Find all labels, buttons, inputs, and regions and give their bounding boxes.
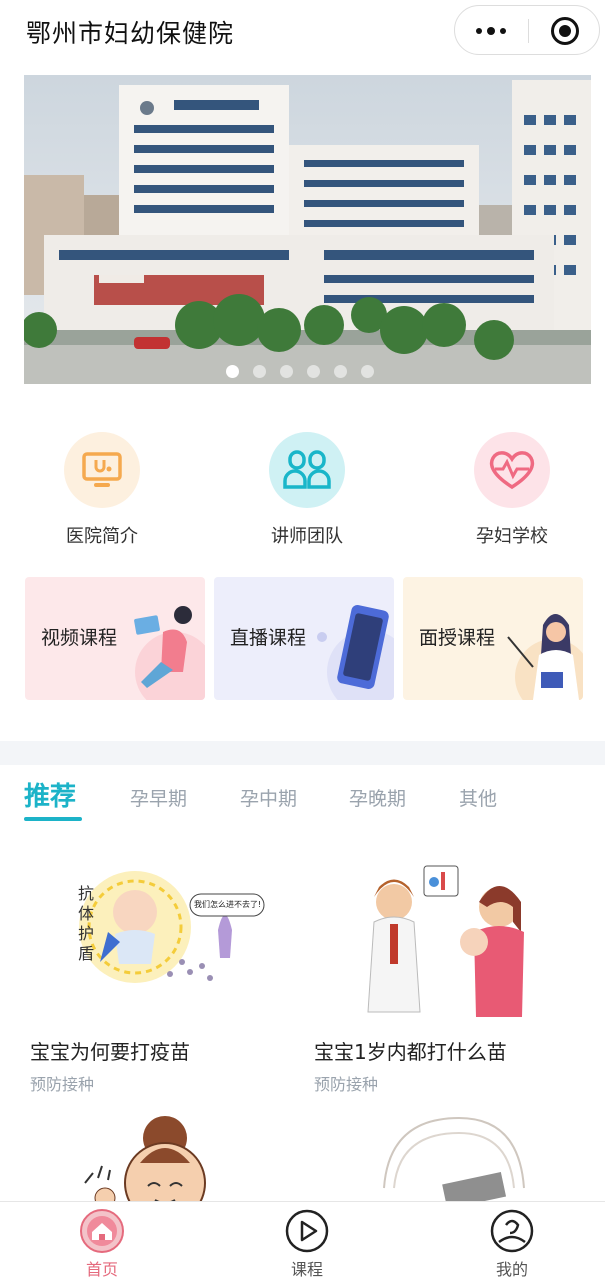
video-course-illustration	[134, 606, 205, 700]
live-course-illustration	[317, 605, 394, 700]
home-icon	[79, 1208, 125, 1254]
carousel-dot[interactable]	[333, 365, 347, 378]
tabbar-courses[interactable]: 课程	[247, 1208, 367, 1280]
article-title: 宝宝为何要打疫苗	[30, 1040, 190, 1064]
heart-pulse-icon	[474, 432, 550, 508]
active-tab-indicator	[24, 817, 82, 821]
article-thumbnail: 抗 体 护 盾 我们怎么进不去了!	[30, 862, 300, 1022]
course-card-live[interactable]: 直播课程	[214, 577, 394, 700]
article-title: 宝宝1岁内都打什么苗	[314, 1040, 507, 1064]
course-card-video[interactable]: 视频课程	[25, 577, 205, 700]
tabbar-mine[interactable]: 我的	[452, 1208, 572, 1280]
shield-text-char: 体	[78, 904, 95, 923]
banner-carousel[interactable]	[24, 75, 591, 384]
speech-bubble-text: 我们怎么进不去了!	[194, 900, 262, 909]
section-divider	[0, 741, 605, 765]
article-card-partial[interactable]	[314, 1108, 584, 1203]
tab-early-pregnancy[interactable]: 孕早期	[130, 784, 187, 811]
carousel-dot[interactable]	[360, 365, 374, 378]
tabbar-label: 课程	[290, 1260, 323, 1279]
tabbar-home[interactable]: 首页	[42, 1208, 162, 1280]
tab-recommended[interactable]: 推荐	[24, 776, 76, 813]
article-thumbnail	[383, 1116, 525, 1203]
article-card[interactable]: 抗 体 护 盾 我们怎么进不去了! 宝宝为何要打疫苗 预防接种	[30, 862, 300, 1095]
article-card[interactable]: 宝宝1岁内都打什么苗 预防接种	[314, 862, 584, 1095]
tabbar-label: 首页	[85, 1260, 118, 1279]
feature-hospital-intro[interactable]: 医院简介	[27, 432, 177, 548]
dot-icon	[487, 27, 495, 35]
course-card-inperson[interactable]: 面授课程	[403, 577, 583, 700]
feature-grid: 医院简介 讲师团队 孕妇学校	[0, 432, 605, 552]
category-tabs: 推荐 孕早期 孕中期 孕晚期 其他	[0, 770, 605, 826]
tab-late-pregnancy[interactable]: 孕晚期	[349, 784, 406, 811]
team-icon	[269, 432, 345, 508]
article-category: 预防接种	[30, 1075, 95, 1094]
feature-label: 孕妇学校	[476, 526, 548, 547]
feature-label: 讲师团队	[271, 526, 343, 547]
article-thumbnail	[84, 1116, 206, 1203]
course-label: 面授课程	[419, 627, 496, 649]
hospital-building-image	[24, 75, 591, 384]
page-title: 鄂州市妇幼保健院	[26, 19, 235, 48]
shield-text-char: 盾	[78, 944, 95, 963]
carousel-dot[interactable]	[306, 365, 320, 378]
dot-icon	[476, 28, 482, 34]
course-label: 直播课程	[230, 627, 307, 649]
feature-teacher-team[interactable]: 讲师团队	[232, 432, 382, 548]
carousel-dot[interactable]	[252, 365, 266, 378]
tab-mid-pregnancy[interactable]: 孕中期	[240, 784, 297, 811]
article-card-partial[interactable]	[30, 1108, 300, 1203]
play-circle-icon	[284, 1208, 330, 1254]
course-label: 视频课程	[41, 627, 118, 649]
miniprogram-capsule	[454, 5, 600, 55]
more-options-button[interactable]	[455, 6, 527, 56]
feature-label: 医院简介	[66, 526, 138, 547]
article-category: 预防接种	[314, 1075, 379, 1094]
carousel-dot[interactable]	[279, 365, 293, 378]
close-miniprogram-button[interactable]	[551, 17, 579, 45]
capsule-divider	[528, 19, 529, 43]
tabbar-label: 我的	[495, 1260, 528, 1279]
inperson-course-illustration	[507, 614, 583, 700]
nav-header: 鄂州市妇幼保健院	[0, 0, 605, 62]
article-thumbnail	[314, 862, 584, 1022]
monitor-stethoscope-icon	[64, 432, 140, 508]
bottom-tab-bar: 首页 课程 我的	[0, 1201, 605, 1283]
dot-icon	[500, 28, 506, 34]
shield-text-char: 护	[78, 924, 95, 943]
tab-other[interactable]: 其他	[459, 784, 497, 811]
shield-text-char: 抗	[78, 884, 95, 903]
feature-pregnancy-school[interactable]: 孕妇学校	[437, 432, 587, 548]
carousel-indicator	[24, 365, 591, 378]
profile-icon	[489, 1208, 535, 1254]
carousel-dot[interactable]	[225, 365, 239, 378]
